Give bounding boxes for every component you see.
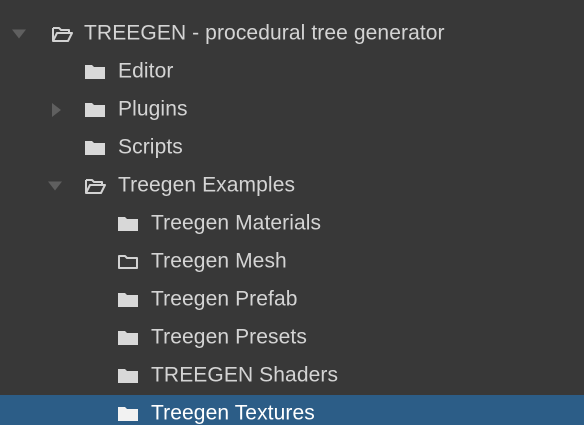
tree-item-label: Treegen Presets <box>151 325 307 349</box>
tree-item-treegen-shaders[interactable]: TREEGEN Shaders <box>0 357 584 395</box>
tree-item-plugins[interactable]: Plugins <box>0 91 584 129</box>
tree-item-treegen-presets[interactable]: Treegen Presets <box>0 319 584 357</box>
folder-icon <box>117 405 139 423</box>
folder-open-icon <box>84 177 106 195</box>
expand-arrow-down-icon[interactable] <box>12 29 26 39</box>
tree-item-treegen-prefab[interactable]: Treegen Prefab <box>0 281 584 319</box>
expand-arrow-right-icon[interactable] <box>52 103 61 117</box>
tree-item-scripts[interactable]: Scripts <box>0 129 584 167</box>
folder-icon <box>84 139 106 157</box>
tree-item-label: Treegen Prefab <box>151 287 298 311</box>
tree-item-label: Treegen Textures <box>151 401 315 425</box>
folder-icon <box>84 101 106 119</box>
tree-item-label: TREEGEN - procedural tree generator <box>84 21 445 45</box>
folder-open-icon <box>51 25 73 43</box>
folder-empty-icon <box>117 253 139 271</box>
tree-item-treegen-textures[interactable]: Treegen Textures <box>0 395 584 425</box>
tree-item-label: Editor <box>118 59 174 83</box>
folder-icon <box>117 329 139 347</box>
expand-arrow-down-icon[interactable] <box>48 181 62 191</box>
tree-item-treegen-materials[interactable]: Treegen Materials <box>0 205 584 243</box>
tree-item-label: Treegen Mesh <box>151 249 287 273</box>
tree-item-editor[interactable]: Editor <box>0 53 584 91</box>
tree-item-label: Plugins <box>118 97 188 121</box>
tree-item-label: Treegen Materials <box>151 211 322 235</box>
folder-icon <box>84 63 106 81</box>
tree-item-label: Treegen Examples <box>118 173 296 197</box>
tree-item-treegen-mesh[interactable]: Treegen Mesh <box>0 243 584 281</box>
tree-item-label: Scripts <box>118 135 183 159</box>
tree-item-treegen-root[interactable]: TREEGEN - procedural tree generator <box>0 15 584 53</box>
folder-icon <box>117 367 139 385</box>
project-tree: TREEGEN - procedural tree generator Edit… <box>0 0 584 425</box>
tree-item-label: TREEGEN Shaders <box>151 363 339 387</box>
folder-icon <box>117 215 139 233</box>
folder-icon <box>117 291 139 309</box>
tree-item-treegen-examples[interactable]: Treegen Examples <box>0 167 584 205</box>
